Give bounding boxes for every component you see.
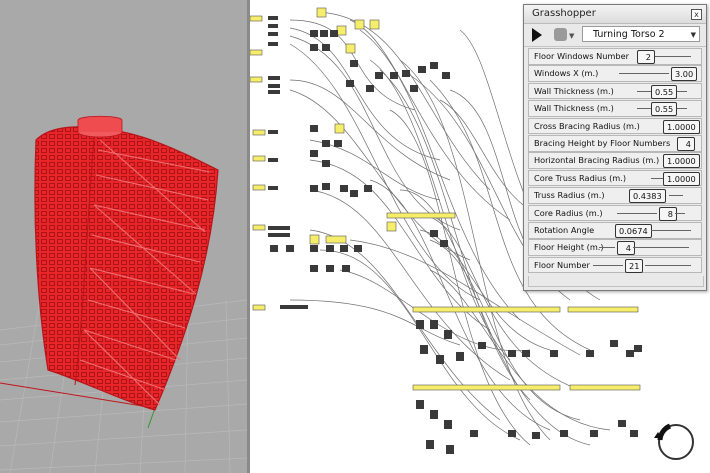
slider-value[interactable]: 4: [617, 241, 635, 256]
slider-label: Bracing Height by Floor Numbers: [534, 137, 671, 148]
slider-bracing-height[interactable]: Bracing Height by Floor Numbers 4: [528, 134, 702, 152]
dropdown-caret-icon: ▼: [690, 31, 696, 39]
slider-value[interactable]: 0.55: [651, 84, 678, 99]
slider-label: Horizontal Bracing Radius (m.): [534, 155, 660, 166]
slider-track[interactable]: [619, 73, 669, 75]
slider-value[interactable]: 21: [625, 258, 644, 273]
slider-value[interactable]: 0.0674: [615, 223, 652, 238]
slider-track[interactable]: [651, 177, 663, 179]
slider-track[interactable]: [593, 264, 623, 266]
panel-toolbar: ▼ Turning Torso 2 ▼: [524, 24, 706, 47]
slider-value[interactable]: 3.00: [671, 67, 698, 82]
close-icon[interactable]: x: [691, 9, 702, 20]
slider-label: Cross Bracing Radius (m.): [534, 120, 640, 131]
slider-horizontal-bracing-radius[interactable]: Horizontal Bracing Radius (m.) 1.0000: [528, 152, 702, 169]
slider-label: Floor Number: [534, 259, 590, 270]
slider-label: Windows X (m.): [534, 68, 599, 79]
slider-value[interactable]: 1.0000: [663, 119, 700, 134]
slider-track[interactable]: [669, 195, 683, 197]
slider-rotation-angle[interactable]: Rotation Angle 0.0674: [528, 221, 702, 239]
viewport-scene: [0, 115, 247, 473]
slider-track[interactable]: [633, 247, 689, 249]
slider-value[interactable]: 8: [659, 206, 677, 221]
slider-wall-thickness-2[interactable]: Wall Thickness (m.) 0.55: [528, 100, 702, 117]
slider-value[interactable]: 2: [637, 50, 655, 64]
slider-wall-thickness-1[interactable]: Wall Thickness (m.) 0.55: [528, 82, 702, 100]
slider-label: Core Radius (m.): [534, 207, 603, 218]
slider-track[interactable]: [637, 108, 651, 110]
slider-track[interactable]: [677, 108, 687, 110]
play-icon[interactable]: [532, 28, 542, 42]
slider-track[interactable]: [675, 212, 685, 214]
slider-cross-bracing-radius[interactable]: Cross Bracing Radius (m.) 1.0000: [528, 117, 702, 135]
remote-control-panel[interactable]: Grasshopper x ▼ Turning Torso 2 ▼ Floor …: [523, 4, 707, 291]
slider-track[interactable]: [617, 212, 657, 214]
slider-track[interactable]: [677, 90, 687, 92]
slider-windows-x[interactable]: Windows X (m.) 3.00: [528, 65, 702, 82]
slider-value[interactable]: 1.0000: [663, 171, 700, 186]
slider-floor-windows-number[interactable]: Floor Windows Number 2: [528, 48, 702, 65]
slider-track[interactable]: [637, 90, 651, 92]
slider-value[interactable]: 4: [677, 136, 695, 151]
dropdown-caret-icon[interactable]: ▼: [569, 32, 574, 40]
tag-icon[interactable]: [554, 28, 567, 41]
slider-truss-radius[interactable]: Truss Radius (m.) 0.4383: [528, 187, 702, 204]
slider-floor-height[interactable]: Floor Height (m.) 4: [528, 239, 702, 256]
panel-titlebar[interactable]: Grasshopper x: [524, 5, 706, 24]
tower-model: [34, 115, 219, 411]
slider-label: Rotation Angle: [534, 224, 595, 235]
slider-track[interactable]: [655, 56, 691, 57]
slider-label: Floor Height (m.): [534, 242, 604, 253]
slider-track[interactable]: [599, 247, 615, 249]
slider-value[interactable]: 0.4383: [629, 189, 666, 204]
navigation-compass-icon[interactable]: [652, 418, 696, 466]
preset-dropdown[interactable]: Turning Torso 2 ▼: [582, 26, 700, 42]
rhino-viewport[interactable]: [0, 0, 247, 473]
slider-value[interactable]: 1.0000: [663, 154, 700, 169]
slider-core-radius[interactable]: Core Radius (m.) 8: [528, 204, 702, 222]
slider-track[interactable]: [645, 264, 691, 266]
slider-label: Truss Radius (m.): [534, 190, 605, 201]
slider-label: Wall Thickness (m.): [534, 103, 614, 114]
slider-value[interactable]: 0.55: [651, 102, 678, 117]
slider-label: Core Truss Radius (m.): [534, 172, 627, 183]
slider-floor-number[interactable]: Floor Number 21: [528, 256, 702, 274]
preset-label: Turning Torso 2: [593, 29, 665, 40]
panel-footer: [528, 276, 704, 287]
slider-list: Floor Windows Number 2 Windows X (m.) 3.…: [528, 48, 702, 274]
slider-label: Wall Thickness (m.): [534, 85, 614, 96]
panel-title: Grasshopper: [532, 8, 596, 19]
slider-label: Floor Windows Number: [534, 51, 630, 61]
slider-track[interactable]: [651, 229, 691, 231]
slider-core-truss-radius[interactable]: Core Truss Radius (m.) 1.0000: [528, 169, 702, 187]
